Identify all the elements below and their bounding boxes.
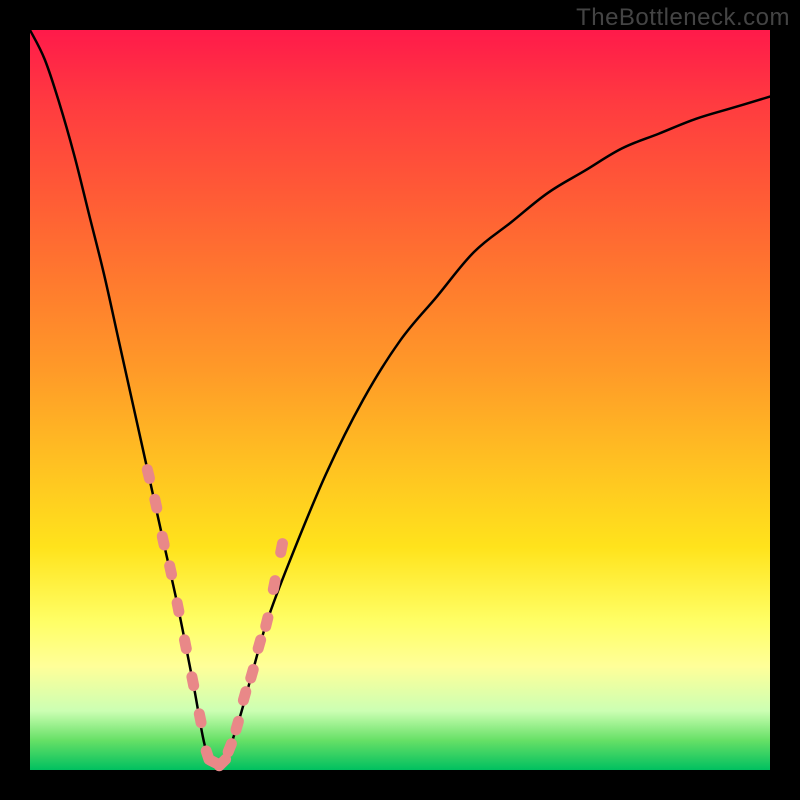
marker-point — [171, 596, 186, 618]
marker-point — [185, 670, 200, 692]
marker-point — [229, 714, 245, 736]
marker-point — [141, 463, 157, 485]
marker-point — [274, 537, 289, 559]
marker-point — [193, 707, 208, 729]
marker-point — [148, 493, 163, 515]
highlighted-markers — [141, 463, 289, 774]
plot-area — [30, 30, 770, 770]
chart-frame: TheBottleneck.com — [0, 0, 800, 800]
marker-point — [163, 559, 178, 581]
marker-point — [156, 530, 171, 552]
marker-point — [259, 611, 275, 633]
marker-point — [178, 633, 193, 655]
curve-svg — [30, 30, 770, 770]
marker-point — [251, 633, 267, 655]
marker-point — [244, 663, 260, 685]
bottleneck-curve — [30, 30, 770, 767]
watermark-text: TheBottleneck.com — [576, 4, 790, 32]
marker-point — [237, 685, 253, 707]
marker-point — [267, 574, 282, 596]
